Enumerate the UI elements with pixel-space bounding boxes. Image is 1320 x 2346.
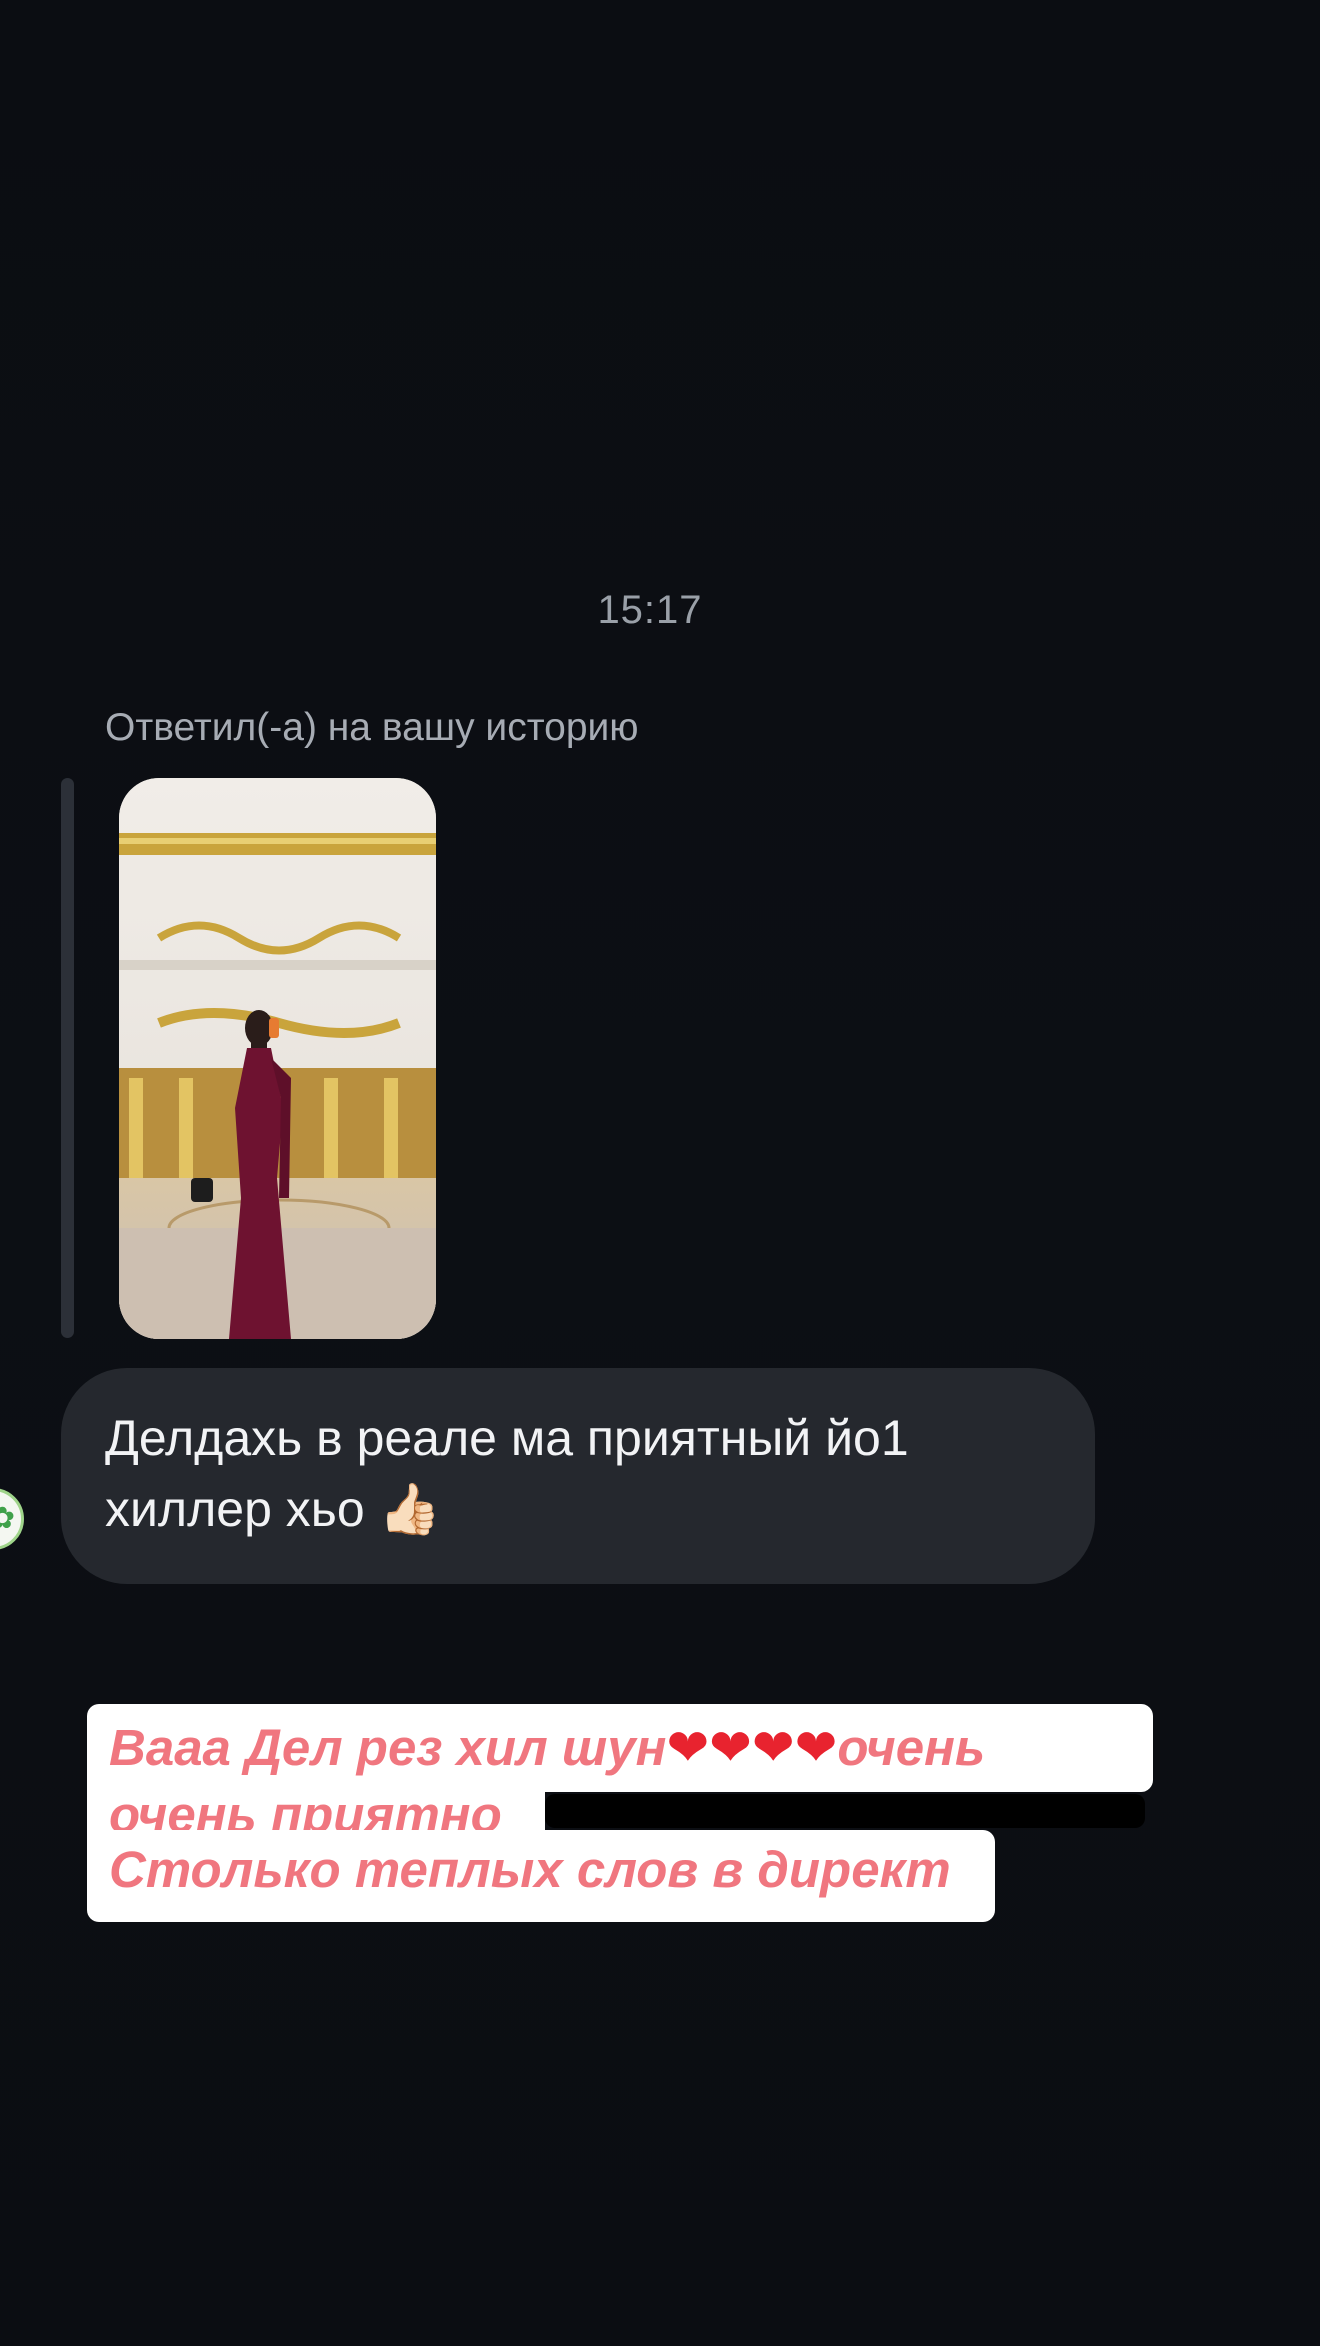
message-text-line-2: хиллер хьо 👍🏻 bbox=[105, 1474, 1051, 1545]
redaction-bar bbox=[545, 1794, 1145, 1828]
thumbs-up-icon: 👍🏻 bbox=[378, 1481, 441, 1537]
story-thumbnail[interactable] bbox=[119, 778, 436, 1339]
message-text-line-2-text: хиллер хьо bbox=[105, 1481, 365, 1537]
story-reply-caption: Ответил(-а) на вашу историю bbox=[105, 706, 639, 749]
sender-avatar[interactable]: ✿ bbox=[0, 1488, 24, 1550]
overlay-line-2: очень приятно bbox=[87, 1789, 545, 1840]
reply-indicator-bar bbox=[61, 778, 74, 1338]
heart-icons: ❤❤❤❤ bbox=[666, 1719, 838, 1776]
overlay-line-1-prefix: Ваaa Дел рез хил шун bbox=[109, 1719, 667, 1776]
avatar-icon: ✿ bbox=[0, 1501, 15, 1537]
message-timestamp: 15:17 bbox=[597, 588, 703, 632]
message-text-line-1: Делдахь в реале ма приятный йо1 bbox=[105, 1410, 909, 1466]
overlay-line-1-suffix: очень bbox=[837, 1719, 986, 1776]
overlay-line-3: Столько теплых слов в директ bbox=[87, 1830, 995, 1922]
chat-screen: 15:17 Ответил(-а) на вашу историю Делдах… bbox=[0, 0, 1320, 2346]
story-image bbox=[119, 778, 436, 1339]
overlay-line-1: Ваaa Дел рез хил шун❤❤❤❤очень bbox=[87, 1704, 1153, 1792]
incoming-message-bubble[interactable]: Делдахь в реале ма приятный йо1 хиллер х… bbox=[61, 1368, 1095, 1584]
